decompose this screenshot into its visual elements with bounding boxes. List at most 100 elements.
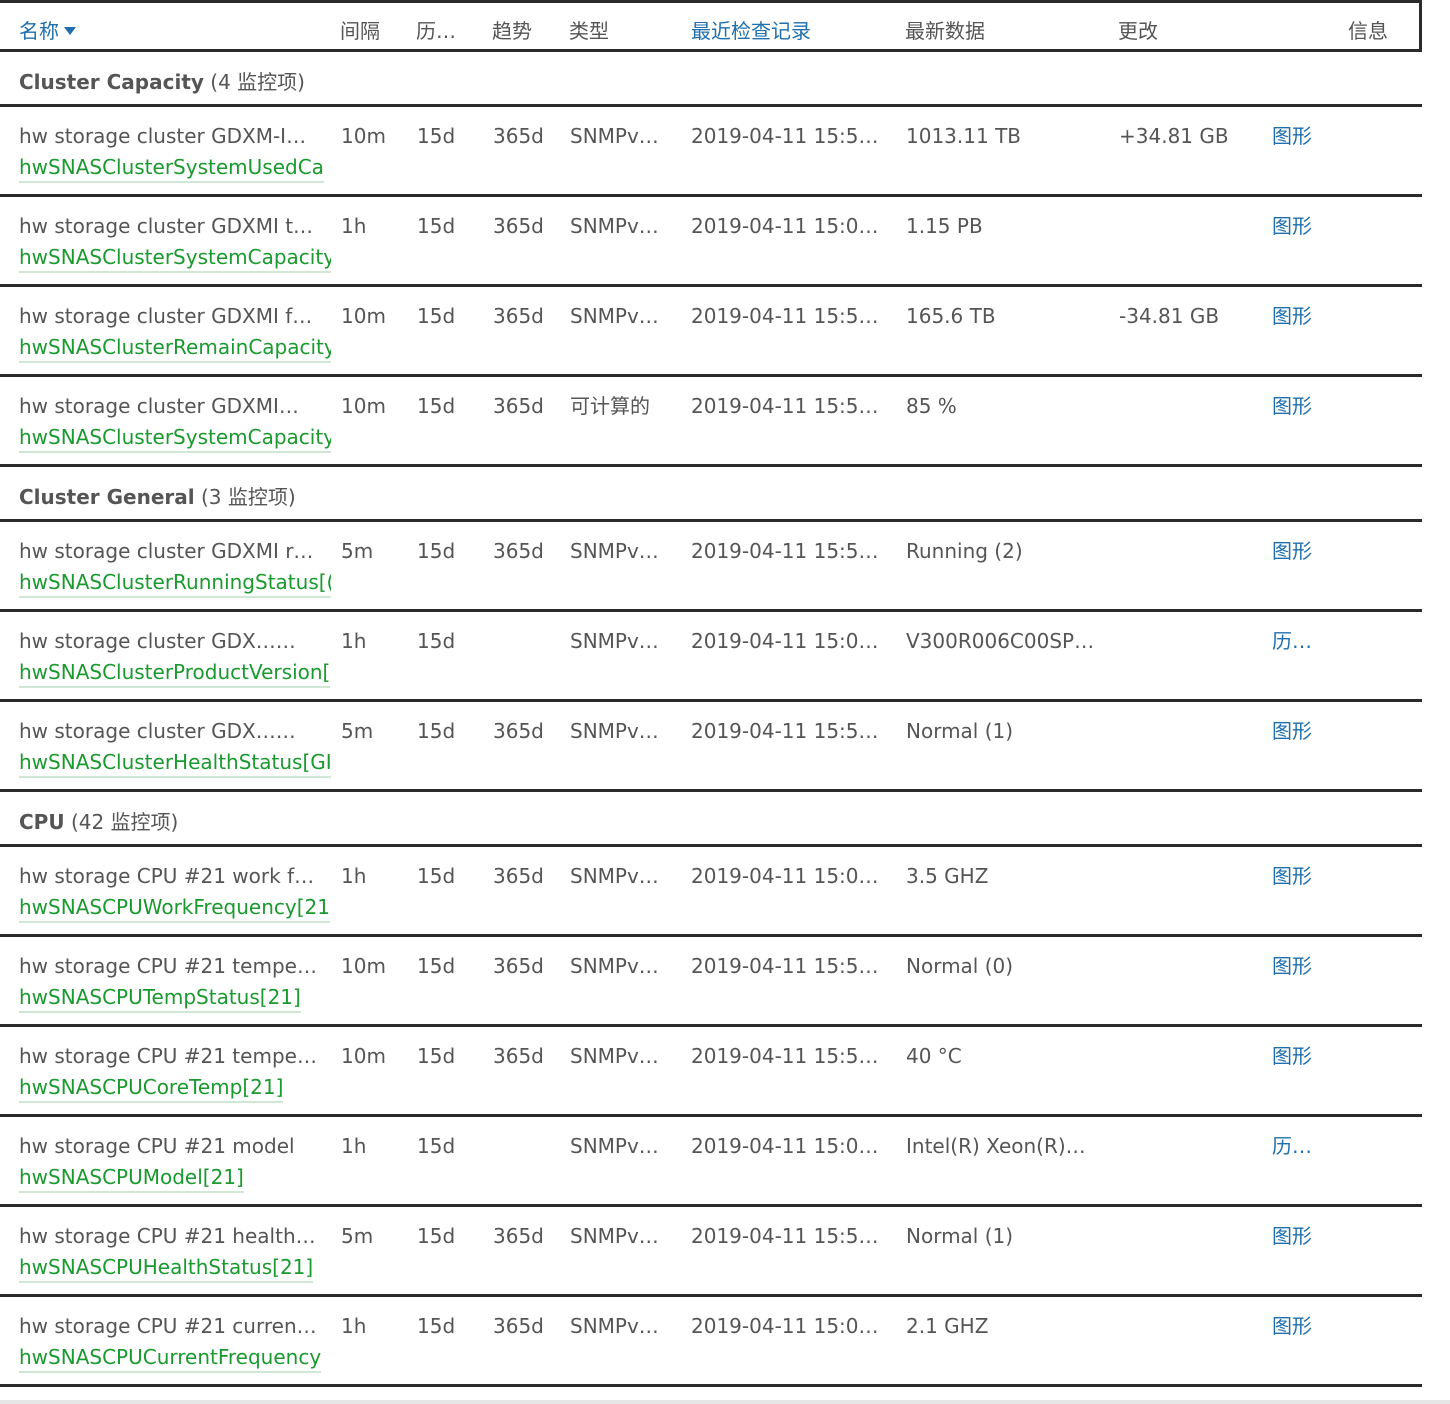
- horizontal-scrollbar-track: [0, 1400, 1450, 1404]
- col-lastvalue-header: 最新数据: [905, 19, 985, 43]
- last-value-cell: Running (2): [906, 539, 1023, 563]
- last-check-cell: 2019-04-11 15:58…: [691, 719, 889, 743]
- table-row: hw storage CPU #21 work fr… hwSNASCPUWork…: [0, 847, 1422, 937]
- change-cell: -34.81 GB: [1119, 304, 1220, 328]
- item-key-link[interactable]: hwSNASClusterProductVersion[: [19, 660, 331, 688]
- table-row: hw storage cluster GDX…… hwSNASClusterPro…: [0, 612, 1422, 702]
- graph-link[interactable]: 图形: [1272, 124, 1322, 148]
- trends-cell: 365d: [493, 214, 544, 238]
- history-cell: 15d: [417, 214, 456, 238]
- last-value-cell: 3.5 GHZ: [906, 864, 989, 888]
- table-row: hw storage cluster GDXM-I… hwSNASClusterS…: [0, 107, 1422, 197]
- history-cell: 15d: [417, 719, 456, 743]
- group-count: (3 监控项): [200, 485, 296, 509]
- trends-cell: 365d: [493, 1314, 544, 1338]
- last-check-cell: 2019-04-11 15:08…: [691, 1134, 889, 1158]
- graph-link[interactable]: 图形: [1272, 539, 1322, 563]
- item-name: hw storage CPU #21 current…: [19, 1314, 319, 1338]
- col-lastcheck-sort-header[interactable]: 最近检查记录: [691, 3, 811, 55]
- item-name: hw storage cluster GDXMI t…: [19, 214, 314, 238]
- history-cell: 15d: [417, 1134, 456, 1158]
- last-check-cell: 2019-04-11 15:58…: [691, 539, 889, 563]
- item-key-link[interactable]: hwSNASClusterRunningStatus[(: [19, 570, 331, 598]
- interval-cell: 10m: [341, 124, 386, 148]
- col-change-header: 更改: [1118, 19, 1158, 43]
- table-header: 名称 间隔 历… 趋势 类型 最近检查记录 最新数据 更改 信息: [0, 0, 1422, 52]
- trends-cell: 365d: [493, 1224, 544, 1248]
- history-cell: 15d: [417, 394, 456, 418]
- type-cell: SNMPv…: [570, 539, 659, 563]
- last-check-cell: 2019-04-11 15:08…: [691, 214, 889, 238]
- item-name: hw storage CPU #21 model: [19, 1134, 295, 1158]
- col-name-sort-header[interactable]: 名称: [19, 3, 76, 55]
- interval-cell: 10m: [341, 394, 386, 418]
- graph-link[interactable]: 图形: [1272, 214, 1322, 238]
- item-key-link[interactable]: hwSNASCPUHealthStatus[21]: [19, 1255, 314, 1283]
- col-interval-header: 间隔: [340, 19, 380, 43]
- items-table: 名称 间隔 历… 趋势 类型 最近检查记录 最新数据 更改 信息 Cluster…: [0, 0, 1422, 1387]
- history-cell: 15d: [417, 539, 456, 563]
- type-cell: SNMPv…: [570, 954, 659, 978]
- interval-cell: 10m: [341, 1044, 386, 1068]
- interval-cell: 5m: [341, 719, 374, 743]
- history-cell: 15d: [417, 629, 456, 653]
- group-title: CPU: [19, 810, 65, 834]
- graph-link[interactable]: 历…: [1272, 1134, 1322, 1158]
- history-cell: 15d: [417, 124, 456, 148]
- col-name-label[interactable]: 名称: [19, 19, 59, 43]
- graph-link[interactable]: 图形: [1272, 1044, 1322, 1068]
- last-value-cell: Intel(R) Xeon(R)…: [906, 1134, 1086, 1158]
- table-row: hw storage CPU #21 temper… hwSNASCPUCoreT…: [0, 1027, 1422, 1117]
- item-name: hw storage CPU #21 work fr…: [19, 864, 319, 888]
- item-key-link[interactable]: hwSNASClusterRemainCapacity: [19, 335, 331, 363]
- trends-cell: 365d: [493, 124, 544, 148]
- group-title: Cluster General: [19, 485, 195, 509]
- item-key-link[interactable]: hwSNASCPUTempStatus[21]: [19, 985, 301, 1013]
- interval-cell: 1h: [341, 214, 367, 238]
- item-key-link[interactable]: hwSNASClusterSystemCapacity: [19, 425, 331, 453]
- last-value-cell: V300R006C00SP…: [906, 629, 1095, 653]
- last-check-cell: 2019-04-11 15:08…: [691, 1314, 889, 1338]
- graph-link[interactable]: 图形: [1272, 1224, 1322, 1248]
- group-row: Cluster General (3 监控项): [0, 467, 1422, 522]
- item-key-link[interactable]: hwSNASCPUWorkFrequency[21: [19, 895, 330, 923]
- graph-link[interactable]: 历…: [1272, 629, 1322, 653]
- item-key-link[interactable]: hwSNASCPUCurrentFrequency: [19, 1345, 322, 1373]
- type-cell: SNMPv…: [570, 1134, 659, 1158]
- group-row: Cluster Capacity (4 监控项): [0, 52, 1422, 107]
- history-cell: 15d: [417, 1224, 456, 1248]
- item-name: hw storage cluster GDXMI r…: [19, 539, 314, 563]
- item-key-link[interactable]: hwSNASClusterSystemCapacity: [19, 245, 331, 273]
- item-key-link[interactable]: hwSNASClusterHealthStatus[GI: [19, 750, 331, 778]
- graph-link[interactable]: 图形: [1272, 1314, 1322, 1338]
- item-name: hw storage CPU #21 health…: [19, 1224, 316, 1248]
- interval-cell: 5m: [341, 1224, 374, 1248]
- graph-link[interactable]: 图形: [1272, 394, 1322, 418]
- history-cell: 15d: [417, 304, 456, 328]
- interval-cell: 1h: [341, 1134, 367, 1158]
- item-key-link[interactable]: hwSNASCPUModel[21]: [19, 1165, 244, 1193]
- type-cell: SNMPv…: [570, 719, 659, 743]
- type-cell: SNMPv…: [570, 1224, 659, 1248]
- graph-link[interactable]: 图形: [1272, 864, 1322, 888]
- sort-down-icon[interactable]: [64, 26, 76, 35]
- group-title: Cluster Capacity: [19, 70, 204, 94]
- interval-cell: 5m: [341, 539, 374, 563]
- col-trends-header: 趋势: [492, 19, 532, 43]
- type-cell: SNMPv…: [570, 124, 659, 148]
- type-cell: SNMPv…: [570, 1044, 659, 1068]
- graph-link[interactable]: 图形: [1272, 304, 1322, 328]
- type-cell: SNMPv…: [570, 629, 659, 653]
- col-info-header: 信息: [1348, 19, 1388, 43]
- table-row: hw storage CPU #21 temper… hwSNASCPUTempS…: [0, 937, 1422, 1027]
- item-key-link[interactable]: hwSNASClusterSystemUsedCa: [19, 155, 324, 183]
- col-history-header: 历…: [416, 19, 456, 43]
- graph-link[interactable]: 图形: [1272, 954, 1322, 978]
- trends-cell: 365d: [493, 539, 544, 563]
- item-key-link[interactable]: hwSNASCPUCoreTemp[21]: [19, 1075, 284, 1103]
- last-check-cell: 2019-04-11 15:08…: [691, 629, 889, 653]
- table-row: hw storage CPU #21 current… hwSNASCPUCurr…: [0, 1297, 1422, 1387]
- last-value-cell: 40 °C: [906, 1044, 962, 1068]
- interval-cell: 1h: [341, 1314, 367, 1338]
- graph-link[interactable]: 图形: [1272, 719, 1322, 743]
